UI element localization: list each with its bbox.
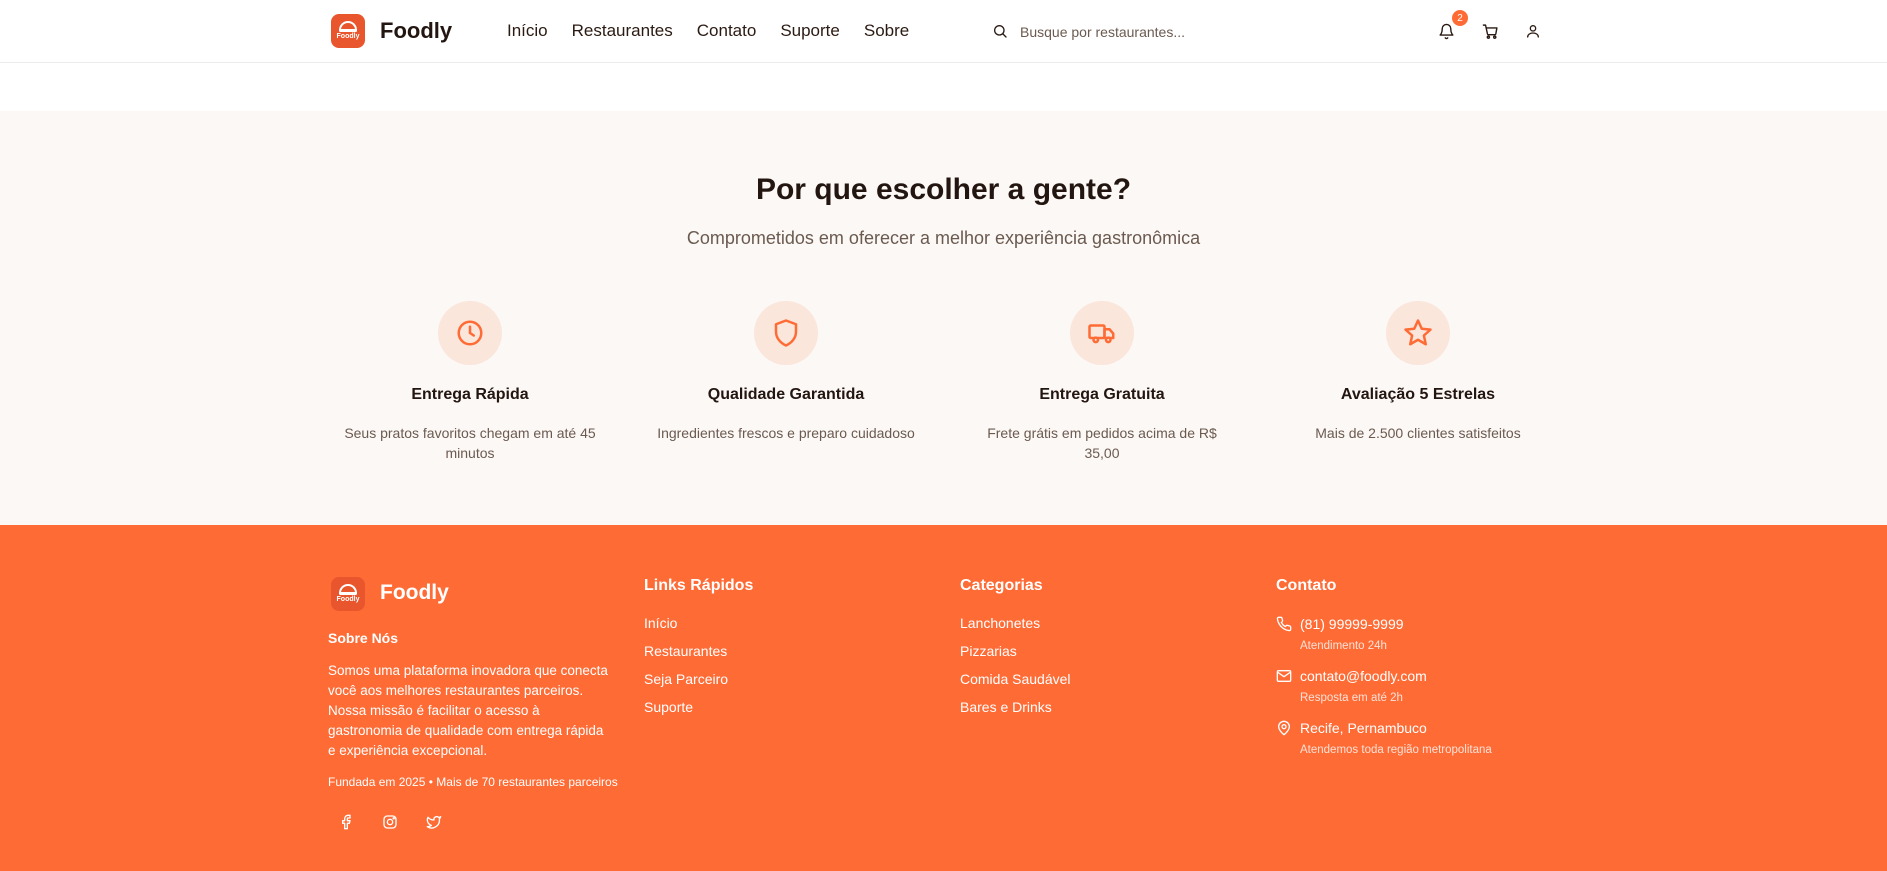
- feature-title: Avaliação 5 Estrelas: [1340, 386, 1496, 403]
- instagram-link[interactable]: [376, 808, 404, 836]
- feature-card: Qualidade Garantida Ingredientes frescos…: [646, 301, 926, 443]
- feature-description: Ingredientes frescos e preparo cuidadoso: [657, 425, 915, 441]
- star-icon: [1404, 319, 1432, 346]
- contact-email: contato@foodly.com Resposta em até 2h: [1276, 667, 1427, 706]
- footer-brand-name: Foodly: [380, 581, 449, 604]
- user-button[interactable]: [1522, 20, 1544, 42]
- footer-link-inicio[interactable]: Início: [644, 614, 728, 633]
- section-subtitle: Comprometidos em oferecer a melhor exper…: [686, 228, 1201, 248]
- quick-links-title: Links Rápidos: [644, 577, 754, 594]
- clock-icon: [457, 320, 483, 346]
- shield-icon: [774, 319, 798, 347]
- logo-text: Foodly: [336, 33, 360, 40]
- categories-title: Categorias: [960, 577, 1043, 594]
- quick-links-list: Início Restaurantes Seja Parceiro Suport…: [644, 614, 728, 717]
- contact-location: Recife, Pernambuco Atendemos toda região…: [1276, 719, 1492, 758]
- nav-item-contato[interactable]: Contato: [697, 21, 757, 41]
- facebook-icon: [342, 814, 351, 830]
- categories-list: Lanchonetes Pizzarias Comida Saudável Ba…: [960, 614, 1071, 717]
- footer-link-suporte[interactable]: Suporte: [644, 698, 728, 717]
- feature-title: Entrega Rápida: [411, 386, 529, 403]
- nav-item-inicio[interactable]: Início: [507, 21, 548, 41]
- nav-item-restaurantes[interactable]: Restaurantes: [572, 21, 673, 41]
- twitter-link[interactable]: [420, 808, 448, 836]
- feature-card: Entrega Rápida Seus pratos favoritos che…: [330, 301, 610, 463]
- contact-email-note: Resposta em até 2h: [1300, 692, 1403, 704]
- footer-link-seja-parceiro[interactable]: Seja Parceiro: [644, 670, 728, 689]
- feature-title: Entrega Gratuita: [1039, 386, 1165, 403]
- feature-title: Qualidade Garantida: [707, 386, 865, 403]
- user-icon: [1527, 25, 1539, 38]
- search-icon: [994, 25, 1007, 38]
- section-title: Por que escolher a gente?: [755, 173, 1132, 206]
- footer: Foodly Foodly Sobre Nós Somos uma plataf…: [0, 525, 1887, 871]
- about-title: Sobre Nós: [328, 630, 399, 646]
- footer-link-restaurantes[interactable]: Restaurantes: [644, 642, 728, 661]
- feature-description: Frete grátis em pedidos acima de R$ 35,0…: [987, 425, 1217, 461]
- cart-icon: [1482, 23, 1498, 39]
- feature-icon-circle: [1070, 301, 1134, 365]
- feature-card: Avaliação 5 Estrelas Mais de 2.500 clien…: [1278, 301, 1558, 443]
- contact-phone-value[interactable]: (81) 99999-9999: [1300, 615, 1404, 633]
- feature-icon-circle: [438, 301, 502, 365]
- search-bar: [982, 15, 1360, 48]
- bell-icon: [1438, 23, 1454, 39]
- top-navbar: Foodly Foodly Início Restaurantes Contat…: [0, 0, 1887, 63]
- contact-title: Contato: [1276, 577, 1337, 594]
- contact-email-value[interactable]: contato@foodly.com: [1300, 667, 1427, 685]
- truck-icon: [1088, 324, 1115, 344]
- footer-logo[interactable]: Foodly: [331, 577, 365, 611]
- about-text: Somos uma plataforma inovadora que conec…: [328, 663, 608, 758]
- why-choose-us-section: Por que escolher a gente? Comprometidos …: [0, 111, 1887, 525]
- contact-phone-note: Atendimento 24h: [1300, 640, 1387, 652]
- nav-item-sobre[interactable]: Sobre: [864, 21, 909, 41]
- cart-button[interactable]: [1479, 20, 1501, 42]
- founded-info: Fundada em 2025 • Mais de 70 restaurante…: [328, 775, 618, 789]
- map-pin-icon: [1278, 720, 1290, 736]
- logo[interactable]: Foodly: [331, 14, 365, 48]
- nav-item-suporte[interactable]: Suporte: [780, 21, 840, 41]
- notification-badge: 2: [1452, 10, 1468, 26]
- logo-text: Foodly: [336, 596, 360, 603]
- main-nav: Início Restaurantes Contato Suporte Sobr…: [507, 21, 909, 41]
- phone-icon: [1276, 616, 1292, 632]
- category-link-bares-drinks[interactable]: Bares e Drinks: [960, 698, 1071, 717]
- category-link-lanchonetes[interactable]: Lanchonetes: [960, 614, 1071, 633]
- feature-description: Mais de 2.500 clientes satisfeitos: [1315, 425, 1521, 441]
- cloche-icon: [339, 21, 357, 32]
- category-link-pizzarias[interactable]: Pizzarias: [960, 642, 1071, 661]
- mail-icon: [1276, 670, 1292, 682]
- feature-icon-circle: [1386, 301, 1450, 365]
- search-input[interactable]: [1020, 20, 1350, 43]
- category-link-comida-saudavel[interactable]: Comida Saudável: [960, 670, 1071, 689]
- feature-description: Seus pratos favoritos chegam em até 45 m…: [344, 425, 596, 461]
- instagram-icon: [383, 815, 397, 829]
- brand-name[interactable]: Foodly: [380, 18, 452, 44]
- twitter-icon: [426, 816, 442, 829]
- contact-location-note: Atendemos toda região metropolitana: [1300, 744, 1492, 756]
- feature-card: Entrega Gratuita Frete grátis em pedidos…: [962, 301, 1242, 463]
- feature-icon-circle: [754, 301, 818, 365]
- contact-phone: (81) 99999-9999 Atendimento 24h: [1276, 615, 1404, 654]
- contact-location-value: Recife, Pernambuco: [1300, 720, 1427, 736]
- facebook-link[interactable]: [332, 808, 360, 836]
- cloche-icon: [339, 584, 357, 595]
